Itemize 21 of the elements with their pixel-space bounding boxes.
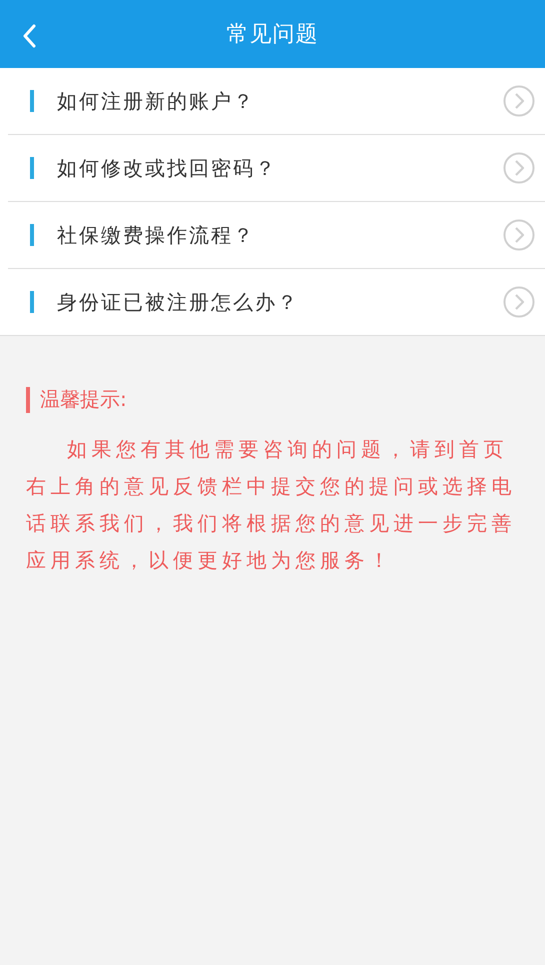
accent-bar-icon — [26, 386, 30, 412]
question-item[interactable]: 身份证已被注册怎么办？ — [8, 269, 545, 335]
chevron-circle-icon — [503, 286, 535, 318]
page-title: 常见问题 — [226, 21, 318, 49]
question-item[interactable]: 社保缴费操作流程？ — [8, 202, 545, 269]
accent-bar-icon — [30, 291, 34, 313]
question-item[interactable]: 如何修改或找回密码？ — [8, 135, 545, 202]
tip-title: 温馨提示: — [40, 386, 127, 413]
chevron-circle-icon — [503, 152, 535, 184]
question-text: 如何修改或找回密码？ — [57, 154, 278, 182]
question-text: 如何注册新的账户？ — [57, 88, 256, 114]
chevron-circle-icon — [503, 85, 535, 117]
tip-text: 如果您有其他需要咨询的问题，请到首页右上角的意见反馈栏中提交您的提问或选择电话联系我们，我们将根据您的意见进一步完善应用系统，以便更好地为您服务！ — [26, 436, 517, 574]
back-icon[interactable] — [22, 24, 36, 48]
question-text: 社保缴费操作流程？ — [57, 222, 256, 248]
accent-bar-icon — [30, 224, 34, 246]
question-item[interactable]: 如何注册新的账户？ — [8, 68, 545, 135]
question-text: 身份证已被注册怎么办？ — [57, 288, 300, 316]
chevron-circle-icon — [503, 219, 535, 251]
accent-bar-icon — [30, 157, 34, 179]
accent-bar-icon — [30, 90, 34, 112]
